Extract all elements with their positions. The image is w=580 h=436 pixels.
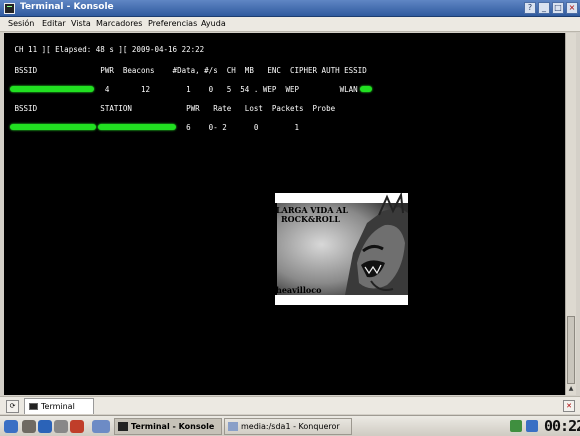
menu-vista[interactable]: Vista [71,19,91,28]
status-line: CH 11 ][ Elapsed: 48 s ][ 2009-04-16 22:… [10,45,205,54]
help-button[interactable]: ? [524,2,536,14]
task-konsole[interactable]: Terminal - Konsole [114,418,222,435]
task-konqueror-label: media:/sda1 - Konqueror [241,422,340,431]
new-tab-icon[interactable]: ⟳ [6,400,19,413]
desktop-icon[interactable] [22,420,36,433]
network-tray-icon[interactable] [510,420,522,432]
menu-editar[interactable]: Editar [42,19,66,28]
redacted-essid [360,86,372,92]
taskbar: Terminal - Konsole media:/sda1 - Konquer… [0,415,580,436]
task-konqueror[interactable]: media:/sda1 - Konqueror [224,418,352,435]
menu-marcadores[interactable]: Marcadores [96,19,142,28]
menu-sesion[interactable]: Sesión [8,19,34,28]
task-konsole-label: Terminal - Konsole [131,422,215,431]
redacted-client-bssid [10,124,96,130]
image-caption-mid: ROCK&ROLL [281,214,341,224]
tab-bar: ⟳ Terminal ✕ [0,396,580,414]
pager-icon[interactable] [92,420,110,433]
maximize-button[interactable]: □ [552,2,564,14]
image-caption-bottom: heavilloco [276,285,322,295]
terminal-scrollbar[interactable]: ▲ [565,33,576,395]
clipboard-tray-icon[interactable] [526,420,538,432]
menu-preferencias[interactable]: Preferencias [148,19,197,28]
close-button[interactable]: × [566,2,578,14]
konsole-icon[interactable] [4,3,15,14]
minimize-button[interactable]: _ [538,2,550,14]
window-titlebar[interactable]: Terminal - Konsole ? _ □ × [0,0,580,17]
redacted-station [98,124,176,130]
konqueror-icon[interactable] [38,420,52,433]
menu-bar: Sesión Editar Vista Marcadores Preferenc… [0,17,580,32]
client-table-header: BSSID STATION PWR Rate Lost Packets Prob… [10,104,336,113]
scroll-thumb[interactable] [567,316,575,384]
konsole-task-icon [118,422,128,431]
scroll-up-icon[interactable]: ▲ [567,385,575,393]
tab-label: Terminal [41,402,75,411]
kde-menu-icon[interactable] [4,420,18,433]
close-tab-icon[interactable]: ✕ [563,400,575,412]
tab-terminal[interactable]: Terminal [24,398,94,414]
window-title: Terminal - Konsole [20,2,114,12]
konqueror-task-icon [228,422,238,431]
taskbar-clock[interactable]: 00:22 [544,417,580,435]
redacted-bssid [10,86,94,92]
browser-icon[interactable] [70,420,84,433]
home-icon[interactable] [54,420,68,433]
rock-image: LARGA VIDA AL ROCK&ROLL heavilloco [275,193,408,305]
terminal-icon [29,403,38,410]
ap-table-header: BSSID PWR Beacons #Data, #/s CH MB ENC C… [10,66,367,75]
menu-ayuda[interactable]: Ayuda [201,19,226,28]
